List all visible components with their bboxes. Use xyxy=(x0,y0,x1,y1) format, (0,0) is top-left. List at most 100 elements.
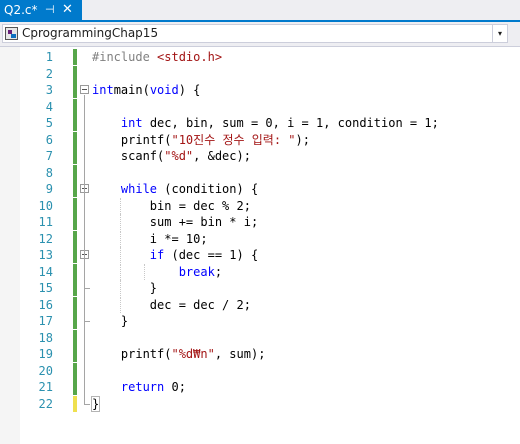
code-line[interactable]: 16 dec = dec / 2; xyxy=(0,296,520,313)
outline-guide xyxy=(84,260,85,288)
code-line[interactable]: 22} xyxy=(0,395,520,412)
line-number: 1 xyxy=(45,50,53,64)
code-line[interactable]: 17 } xyxy=(0,313,520,329)
code-text: break; xyxy=(92,264,222,280)
line-number: 2 xyxy=(45,66,53,81)
string-token: "%d" xyxy=(164,149,194,163)
line-number: 4 xyxy=(45,99,53,114)
line-number: 21 xyxy=(38,380,53,394)
code-text: while (condition) { xyxy=(92,181,258,197)
code-token: , sum); xyxy=(214,347,266,361)
line-number: 6 xyxy=(45,132,53,147)
line-number: 22 xyxy=(38,396,53,411)
string-token: "10진수 정수 입력: " xyxy=(171,132,296,147)
code-token: i *= 10; xyxy=(92,231,208,246)
code-token: (dec == 1) { xyxy=(164,248,259,262)
code-text: i *= 10; xyxy=(92,231,208,247)
code-token: printf( xyxy=(92,132,172,147)
code-token: ) { xyxy=(178,83,201,97)
saved-change-marker xyxy=(73,148,77,164)
code-token: } xyxy=(92,281,158,295)
code-line[interactable]: 15 } xyxy=(0,280,520,296)
code-line[interactable]: 2 xyxy=(0,65,520,82)
saved-change-marker xyxy=(73,65,77,82)
saved-change-marker xyxy=(73,181,77,197)
code-line[interactable]: 4 xyxy=(0,98,520,115)
code-line[interactable]: 12 i *= 10; xyxy=(0,230,520,247)
line-number: 13 xyxy=(38,248,53,262)
code-line[interactable]: 6 printf("10진수 정수 입력: "); xyxy=(0,131,520,148)
code-token: printf( xyxy=(92,347,172,361)
code-text: sum += bin * i; xyxy=(92,214,258,230)
project-icon xyxy=(5,27,18,40)
unsaved-change-marker xyxy=(73,395,77,412)
line-number: 12 xyxy=(38,231,53,246)
pin-icon[interactable]: ⊣ xyxy=(45,0,55,20)
saved-change-marker xyxy=(73,346,77,362)
code-text: #include <stdio.h> xyxy=(92,49,222,65)
code-line[interactable]: 8 xyxy=(0,164,520,181)
code-line[interactable]: 14 break; xyxy=(0,263,520,280)
code-text: int dec, bin, sum = 0, i = 1, condition … xyxy=(92,115,439,131)
code-token: bin = dec % 2; xyxy=(92,198,251,213)
outline-guide xyxy=(84,194,85,321)
code-line[interactable]: 11 sum += bin * i; xyxy=(0,214,520,230)
chevron-down-icon[interactable]: ▾ xyxy=(492,25,507,42)
indent-guide xyxy=(144,263,146,280)
code-editor[interactable]: 1 #include <stdio.h> 2 3 intmain(void) { 4 5 i… xyxy=(0,47,520,444)
code-token: } xyxy=(90,395,101,412)
keyword-token: if xyxy=(149,248,165,262)
code-token: } xyxy=(92,314,129,328)
code-token: , &dec); xyxy=(193,149,251,163)
saved-change-marker xyxy=(73,82,77,98)
navigation-bar: CprogrammingChap15 ▾ xyxy=(0,22,520,47)
code-line[interactable]: 5 int dec, bin, sum = 0, i = 1, conditio… xyxy=(0,115,520,131)
code-line[interactable]: 18 xyxy=(0,329,520,346)
collapse-icon[interactable] xyxy=(80,85,89,94)
code-token: ; xyxy=(214,264,223,279)
outline-guide-end xyxy=(84,321,90,322)
indent-guide xyxy=(120,214,122,230)
saved-change-marker xyxy=(73,379,77,395)
line-number: 9 xyxy=(45,182,53,196)
code-line[interactable]: 3 intmain(void) { xyxy=(0,82,520,98)
project-dropdown[interactable]: CprogrammingChap15 ▾ xyxy=(2,24,508,43)
line-number: 19 xyxy=(38,347,53,361)
code-text: printf("%d₩n", sum); xyxy=(92,346,266,362)
code-line[interactable]: 19 printf("%d₩n", sum); xyxy=(0,346,520,362)
code-line[interactable]: 7 scanf("%d", &dec); xyxy=(0,148,520,164)
tab-q2-c[interactable]: Q2.c* ⊣ ✕ xyxy=(0,0,82,20)
saved-change-marker xyxy=(73,329,77,346)
close-icon[interactable]: ✕ xyxy=(62,0,73,20)
saved-change-marker xyxy=(73,362,77,379)
line-number: 10 xyxy=(38,198,53,213)
saved-change-marker xyxy=(73,49,77,65)
code-line[interactable]: 21 return 0; xyxy=(0,379,520,395)
code-line[interactable]: 1 #include <stdio.h> xyxy=(0,49,520,65)
code-line[interactable]: 13 if (dec == 1) { xyxy=(0,247,520,263)
header-token: <stdio.h> xyxy=(157,50,223,64)
code-text: bin = dec % 2; xyxy=(92,198,251,214)
preprocessor-token: #include xyxy=(92,50,158,64)
keyword-token: int xyxy=(92,83,114,97)
indent-guide xyxy=(120,197,122,214)
code-line[interactable]: 9 while (condition) { xyxy=(0,181,520,197)
code-line[interactable]: 10 bin = dec % 2; xyxy=(0,197,520,214)
code-text: intmain(void) { xyxy=(92,82,200,98)
line-number: 3 xyxy=(45,83,53,97)
indent-guide xyxy=(120,230,122,247)
saved-change-marker xyxy=(73,131,77,148)
code-token: dec = dec / 2; xyxy=(92,297,251,312)
code-token: dec, bin, sum = 0, i = 1, condition = 1; xyxy=(142,116,439,130)
outline-guide-end xyxy=(84,288,90,289)
saved-change-marker xyxy=(73,164,77,181)
code-text: dec = dec / 2; xyxy=(92,297,251,313)
keyword-token: break xyxy=(178,264,215,279)
tab-filename: Q2.c* xyxy=(4,3,38,17)
code-text: return 0; xyxy=(92,379,186,395)
code-text: scanf("%d", &dec); xyxy=(92,148,251,164)
code-line[interactable]: 20 xyxy=(0,362,520,379)
